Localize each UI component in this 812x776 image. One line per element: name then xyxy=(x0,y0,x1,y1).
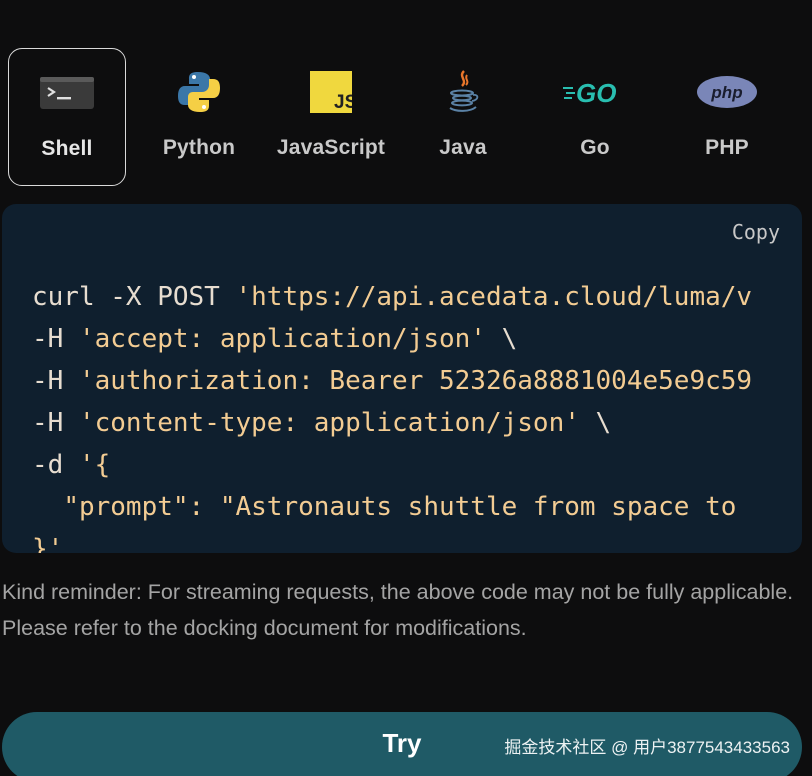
terminal-icon xyxy=(39,71,95,115)
code-line: "prompt": "Astronauts shuttle from space… xyxy=(32,486,752,528)
code-line: -d '{ xyxy=(32,444,752,486)
code-token: \ xyxy=(579,408,612,438)
code-example-panel: Shell Python JS JavaScript Java GO Go ph… xyxy=(0,0,812,776)
code-token: \ xyxy=(485,324,518,354)
tab-python[interactable]: Python xyxy=(140,48,258,186)
code-token: -H xyxy=(32,366,79,396)
tab-javascript[interactable]: JS JavaScript xyxy=(272,48,390,186)
tab-shell[interactable]: Shell xyxy=(8,48,126,186)
svg-text:JS: JS xyxy=(334,92,352,113)
code-string: '{ xyxy=(78,450,111,480)
watermark: 掘金技术社区 @ 用户3877543433563 xyxy=(504,738,790,757)
code-string: 'authorization: Bearer 52326a8881004e5e9… xyxy=(78,366,753,396)
code-line: }' xyxy=(32,528,752,553)
try-button[interactable]: Try 掘金技术社区 @ 用户3877543433563 xyxy=(2,712,802,776)
python-icon xyxy=(171,70,227,114)
tab-java[interactable]: Java xyxy=(404,48,522,186)
svg-text:GO: GO xyxy=(576,78,616,106)
php-icon: php xyxy=(695,70,759,114)
java-icon xyxy=(435,70,491,114)
go-icon: GO xyxy=(562,70,628,114)
tab-php[interactable]: php PHP xyxy=(668,48,786,186)
code-string: }' xyxy=(32,534,64,553)
code-string: 'accept: application/json' xyxy=(78,324,486,354)
code-token: -H xyxy=(32,324,79,354)
code-token: -d xyxy=(32,450,79,480)
code-line: -H 'authorization: Bearer 52326a8881004e… xyxy=(32,360,752,402)
svg-text:php: php xyxy=(710,83,742,102)
reminder-text: Kind reminder: For streaming requests, t… xyxy=(2,580,794,640)
code-snippet: curl -X POST 'https://api.acedata.cloud/… xyxy=(32,234,752,553)
javascript-icon: JS xyxy=(303,70,359,114)
tab-go[interactable]: GO Go xyxy=(536,48,654,186)
tab-label: PHP xyxy=(705,136,749,159)
code-block: Copy curl -X POST 'https://api.acedata.c… xyxy=(2,204,802,553)
code-string: 'https://api.acedata.cloud/luma/v xyxy=(235,282,753,312)
code-token: curl -X POST xyxy=(32,282,236,312)
code-line: -H 'content-type: application/json' \ xyxy=(32,402,752,444)
code-string: "prompt": "Astronauts shuttle from space… xyxy=(63,492,737,522)
code-token: -H xyxy=(32,408,79,438)
language-tabs: Shell Python JS JavaScript Java GO Go ph… xyxy=(8,48,812,188)
code-line: curl -X POST 'https://api.acedata.cloud/… xyxy=(32,276,752,318)
code-string: 'content-type: application/json' xyxy=(78,408,580,438)
code-line: -H 'accept: application/json' \ xyxy=(32,318,752,360)
